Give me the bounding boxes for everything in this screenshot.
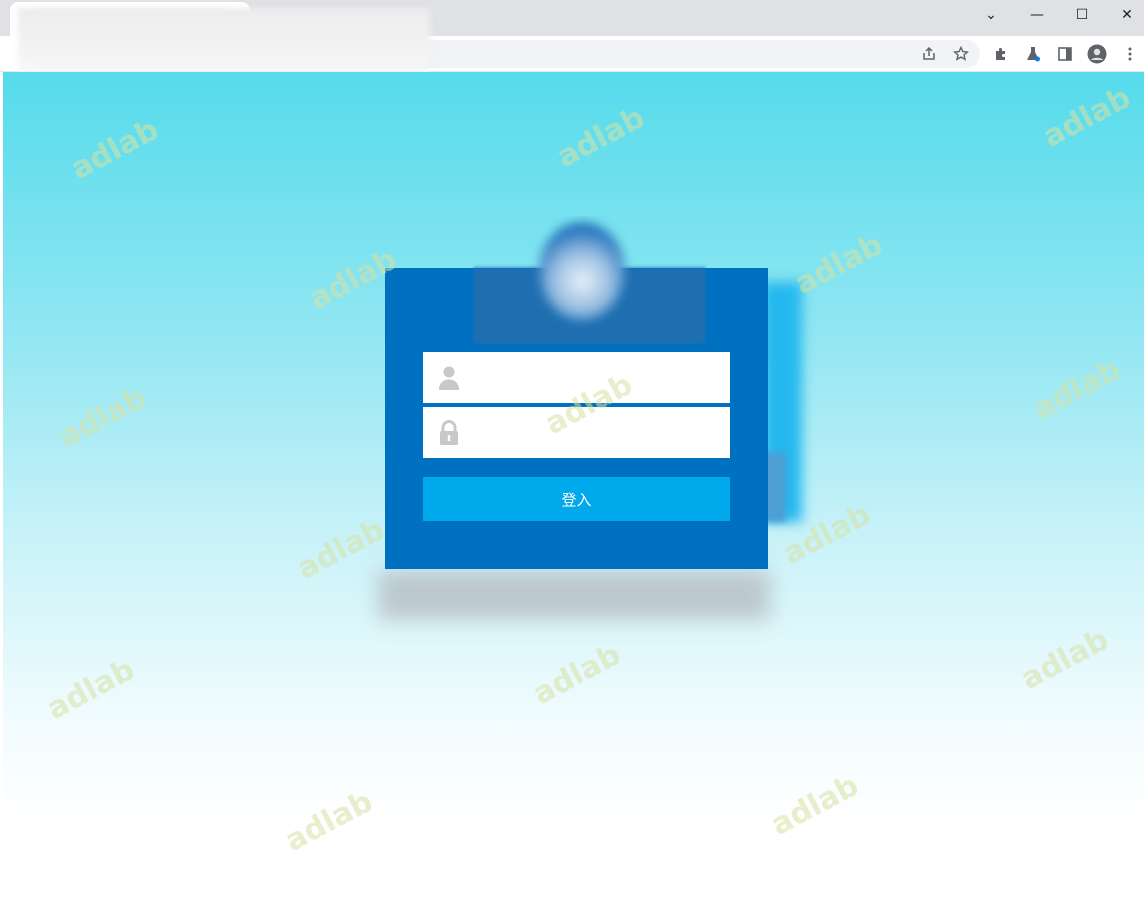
logo-emblem	[539, 222, 625, 320]
password-field[interactable]	[423, 407, 730, 458]
logo-redacted	[473, 216, 706, 344]
lock-icon	[437, 420, 461, 446]
watermark: adlab	[291, 512, 391, 587]
panel-shadow	[378, 570, 770, 620]
close-window-button[interactable]: ✕	[1104, 0, 1144, 30]
watermark: adlab	[279, 784, 379, 859]
bookmark-star-icon[interactable]	[949, 40, 973, 68]
watermark: adlab	[41, 652, 141, 727]
share-icon[interactable]	[917, 40, 941, 68]
user-icon	[437, 365, 461, 391]
login-page: 登入 adlab adlab adlab adlab adlab adlab a…	[0, 72, 1144, 911]
username-field[interactable]	[423, 352, 730, 403]
username-input[interactable]	[475, 362, 715, 392]
watermark: adlab	[1037, 80, 1137, 155]
password-input[interactable]	[475, 417, 715, 447]
page-left-edge	[0, 72, 3, 911]
tab-search-button[interactable]: ⌄	[968, 0, 1014, 30]
login-button[interactable]: 登入	[423, 477, 730, 521]
watermark: adlab	[789, 227, 889, 302]
side-panel-icon[interactable]	[1053, 40, 1077, 68]
watermark: adlab	[551, 100, 651, 175]
menu-icon[interactable]	[1118, 40, 1142, 68]
extensions-icon[interactable]	[989, 40, 1013, 68]
maximize-button[interactable]: ☐	[1059, 0, 1105, 30]
watermark: adlab	[65, 112, 165, 187]
watermark: adlab	[1015, 622, 1115, 697]
watermark: adlab	[315, 72, 414, 75]
minimize-button[interactable]: —	[1014, 0, 1060, 30]
watermark: adlab	[1027, 352, 1127, 427]
watermark: adlab	[53, 380, 153, 455]
labs-icon[interactable]	[1021, 40, 1045, 68]
profile-icon[interactable]	[1085, 40, 1109, 68]
watermark: adlab	[765, 768, 865, 843]
watermark: adlab	[527, 637, 627, 712]
